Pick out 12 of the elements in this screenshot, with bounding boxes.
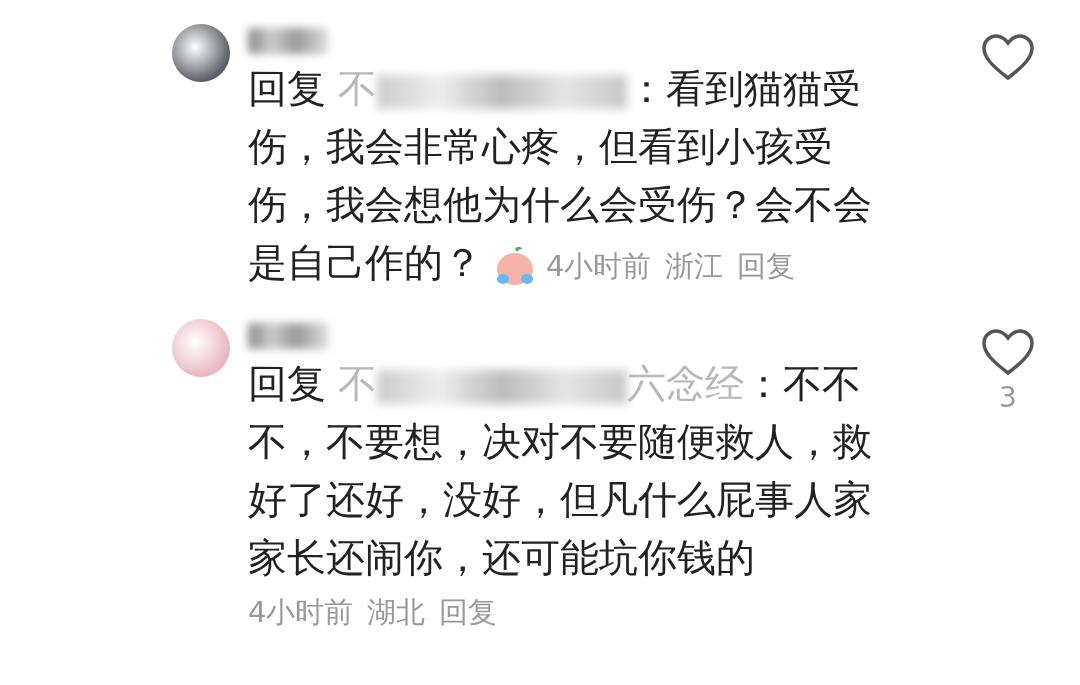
comment-time: 4小时前	[248, 595, 354, 629]
comment-location: 湖北	[367, 595, 426, 629]
comment-text: 回复 不 ：看到猫猫受伤，我会非常心疼，但看到小孩受伤，我会想他为什么会受伤？会不会是自己作的？ 4小时前 浙江 回复	[248, 65, 873, 289]
like-count: 3	[999, 381, 1017, 414]
comment-location: 浙江	[665, 249, 724, 283]
reply-link[interactable]: 回复	[737, 249, 796, 283]
comment-time: 4小时前	[546, 249, 652, 283]
avatar-icon[interactable]	[172, 24, 230, 82]
comment-text: 回复 不 六念经：不不不，不要想，决对不要随便救人，救好了还好，没好，但凡什么屁事人家家长还闹你，还可能坑你钱的	[248, 360, 873, 582]
reply-link[interactable]: 回复	[439, 595, 498, 629]
heart-icon[interactable]	[981, 329, 1035, 377]
heart-icon[interactable]	[981, 34, 1035, 82]
